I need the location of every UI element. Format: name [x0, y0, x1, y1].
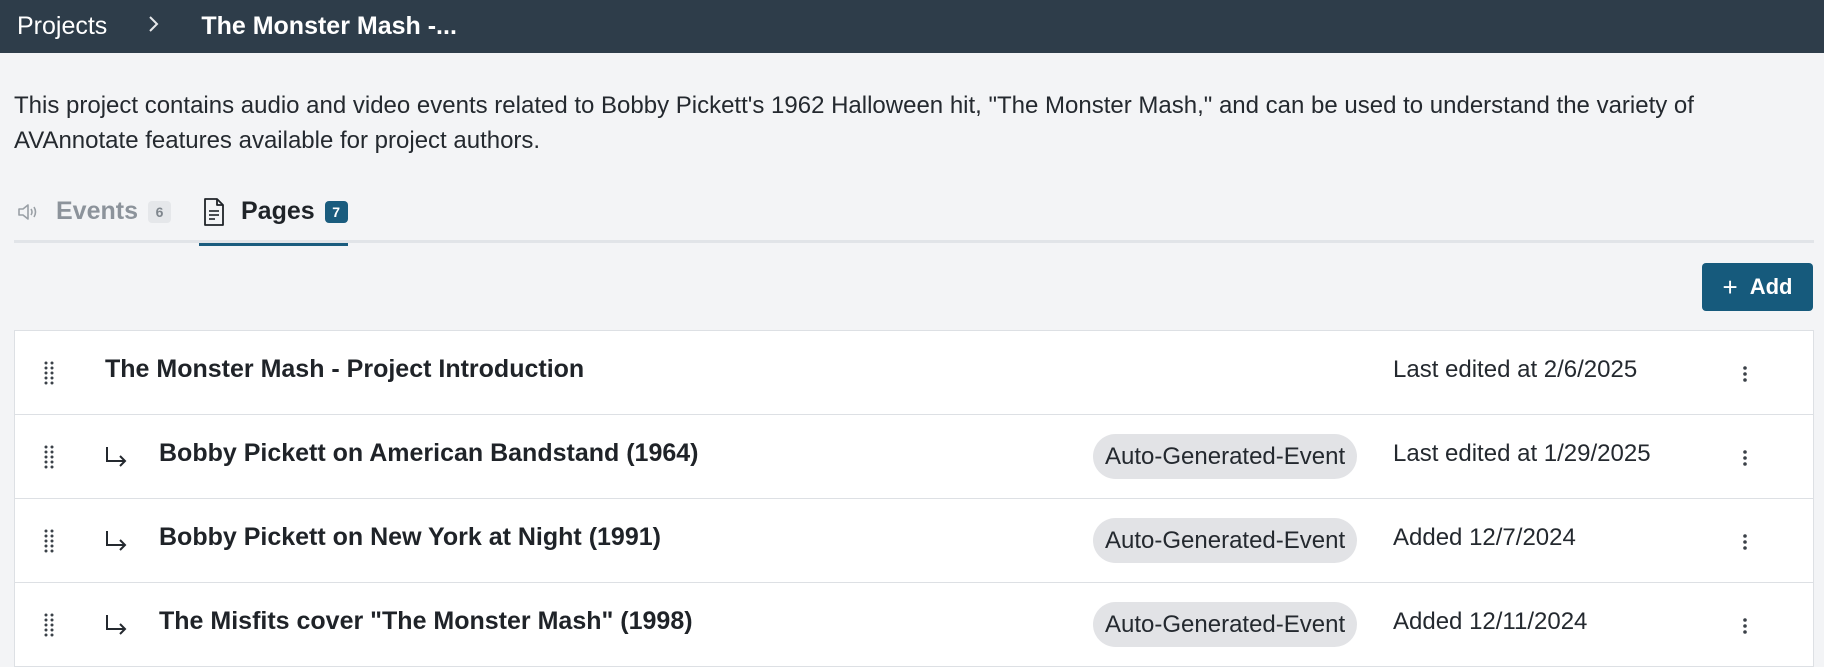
page-row[interactable]: The Misfits cover "The Monster Mash" (19…: [15, 583, 1813, 667]
tab-pages-count: 7: [324, 200, 348, 223]
tab-pages-label: Pages: [241, 197, 315, 225]
tab-events[interactable]: Events 6: [14, 180, 171, 243]
page-row[interactable]: Bobby Pickett on American Bandstand (196…: [15, 415, 1813, 499]
speaker-icon: [14, 197, 44, 227]
page-added-date: Added 12/7/2024: [1393, 524, 1576, 551]
project-tabs: Events 6 Pages 7: [14, 180, 1814, 246]
drag-handle-icon[interactable]: [41, 611, 57, 639]
page-title[interactable]: Bobby Pickett on New York at Night (1991…: [159, 523, 661, 552]
page-edited-date: Last edited at 2/6/2025: [1393, 356, 1638, 383]
page-tag: Auto-Generated-Event: [1093, 434, 1358, 479]
page-title[interactable]: The Monster Mash - Project Introduction: [105, 355, 584, 384]
more-options-icon[interactable]: [1735, 359, 1755, 389]
drag-handle-icon[interactable]: [41, 443, 57, 471]
page-row[interactable]: The Monster Mash - Project Introduction …: [15, 331, 1813, 415]
project-description-line: AVAnnotate features available for projec…: [14, 127, 541, 154]
more-options-icon[interactable]: [1735, 443, 1755, 473]
tab-events-count: 6: [147, 200, 171, 223]
subpage-arrow-icon: [103, 441, 131, 471]
plus-icon: +: [1722, 272, 1738, 302]
pages-list: The Monster Mash - Project Introduction …: [14, 330, 1814, 667]
page-title[interactable]: The Misfits cover "The Monster Mash" (19…: [159, 607, 693, 636]
page-tag: Auto-Generated-Event: [1093, 602, 1358, 647]
more-options-icon[interactable]: [1735, 527, 1755, 557]
page-row[interactable]: Bobby Pickett on New York at Night (1991…: [15, 499, 1813, 583]
page-title[interactable]: Bobby Pickett on American Bandstand (196…: [159, 439, 698, 468]
add-button-label: Add: [1749, 274, 1793, 299]
add-page-button[interactable]: + Add: [1702, 263, 1813, 311]
more-options-icon[interactable]: [1735, 611, 1755, 641]
subpage-arrow-icon: [103, 609, 131, 639]
subpage-arrow-icon: [103, 525, 131, 555]
page-added-date: Added 12/11/2024: [1393, 608, 1588, 635]
document-icon: [199, 197, 229, 227]
page-edited-date: Last edited at 1/29/2025: [1393, 440, 1651, 467]
drag-handle-icon[interactable]: [41, 359, 57, 387]
drag-handle-icon[interactable]: [41, 527, 57, 555]
page-tag: Auto-Generated-Event: [1093, 518, 1358, 563]
tab-pages[interactable]: Pages 7: [199, 180, 348, 246]
project-description: This project contains audio and video ev…: [0, 0, 1790, 159]
project-description-line: This project contains audio and video ev…: [14, 92, 1694, 119]
tab-events-label: Events: [56, 197, 138, 225]
